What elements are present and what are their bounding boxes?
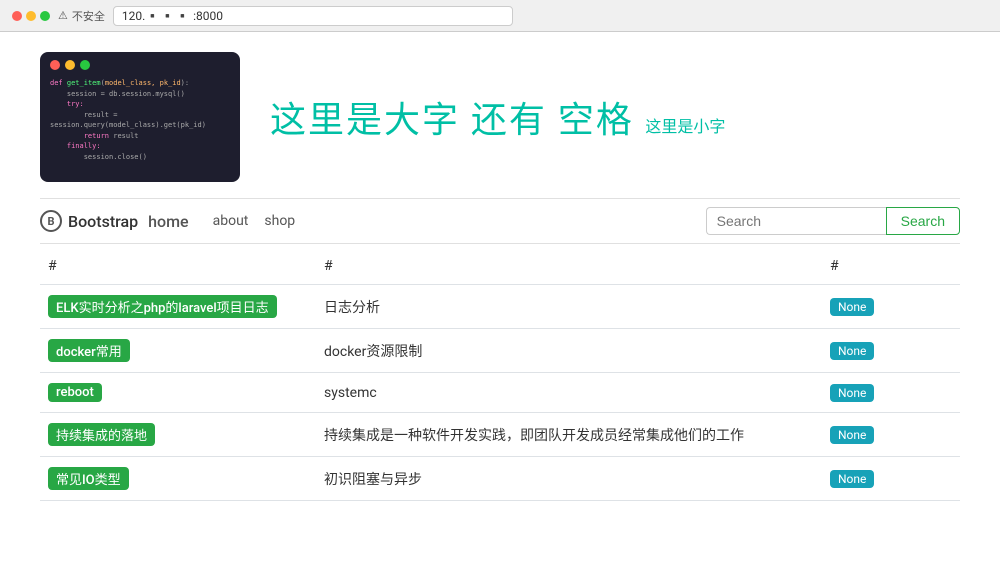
code-line-1: def get_item(model_class, pk_id):: [50, 78, 230, 89]
security-icon: ⚠: [58, 9, 68, 22]
table-cell-badge: None: [822, 285, 960, 329]
none-badge: None: [830, 470, 874, 488]
security-indicator: ⚠ 不安全: [58, 8, 105, 24]
table-cell-desc: 日志分析: [316, 285, 822, 329]
table-row: docker常用 docker资源限制 None: [40, 329, 960, 373]
code-line-7: session.close(): [50, 152, 230, 163]
hero-section: def get_item(model_class, pk_id): sessio…: [40, 32, 960, 198]
table-row: reboot systemc None: [40, 373, 960, 413]
table-head: # # #: [40, 248, 960, 285]
table-row: ELK实时分析之php的laravel项目日志 日志分析 None: [40, 285, 960, 329]
table-cell-tag: reboot: [40, 373, 316, 413]
page-wrapper: def get_item(model_class, pk_id): sessio…: [20, 32, 980, 501]
table-cell-badge: None: [822, 329, 960, 373]
none-badge: None: [830, 342, 874, 360]
bootstrap-icon: B: [40, 210, 62, 232]
table-cell-desc: 初识阻塞与异步: [316, 457, 822, 501]
code-line-6: finally:: [50, 141, 230, 152]
code-dot-yellow: [65, 60, 75, 70]
close-dot: [12, 11, 22, 21]
tag-badge[interactable]: 常见IO类型: [48, 467, 129, 490]
table-cell-tag: ELK实时分析之php的laravel项目日志: [40, 285, 316, 329]
table-row: 常见IO类型 初识阻塞与异步 None: [40, 457, 960, 501]
hero-title-big: 这里是大字 还有 空格: [270, 99, 634, 141]
col-header-2: #: [316, 248, 822, 285]
none-badge: None: [830, 384, 874, 402]
content-table: # # # ELK实时分析之php的laravel项目日志日志分析Nonedoc…: [40, 248, 960, 501]
security-label: 不安全: [72, 8, 105, 24]
navbar-links: about shop: [213, 213, 296, 229]
minimize-dot: [26, 11, 36, 21]
code-dot-red: [50, 60, 60, 70]
table-body: ELK实时分析之php的laravel项目日志日志分析Nonedocker常用d…: [40, 285, 960, 501]
code-display: def get_item(model_class, pk_id): sessio…: [40, 76, 240, 164]
about-link[interactable]: about: [213, 213, 249, 229]
hero-text: 这里是大字 还有 空格 这里是小字: [270, 91, 960, 143]
code-line-2: session = db.session.mysql(): [50, 89, 230, 100]
col-header-3: #: [822, 248, 960, 285]
shop-link[interactable]: shop: [264, 213, 295, 229]
table-cell-badge: None: [822, 413, 960, 457]
code-line-5: return result: [50, 131, 230, 142]
browser-dots: [12, 11, 50, 21]
code-window-dots: [40, 52, 240, 76]
table-cell-badge: None: [822, 457, 960, 501]
none-badge: None: [830, 298, 874, 316]
search-button[interactable]: Search: [886, 207, 960, 235]
hero-title-small: 这里是小字: [645, 117, 725, 136]
table-cell-desc: systemc: [316, 373, 822, 413]
tag-badge[interactable]: ELK实时分析之php的laravel项目日志: [48, 295, 277, 318]
table-row: 持续集成的落地 持续集成是一种软件开发实践，即团队开发成员经常集成他们的工作 Non…: [40, 413, 960, 457]
code-line-4: result = session.query(model_class).get(…: [50, 110, 230, 131]
table-cell-tag: 持续集成的落地: [40, 413, 316, 457]
table-header-row: # # #: [40, 248, 960, 285]
code-dot-green: [80, 60, 90, 70]
home-link[interactable]: home: [148, 212, 188, 231]
navbar-search: Search: [706, 207, 960, 235]
browser-chrome: ⚠ 不安全 120.▪️▪️▪️ :8000: [0, 0, 1000, 32]
brand-name: Bootstrap: [68, 212, 138, 231]
navbar-brand[interactable]: B Bootstrap home: [40, 210, 189, 232]
none-badge: None: [830, 426, 874, 444]
tag-badge[interactable]: docker常用: [48, 339, 130, 362]
table-cell-tag: docker常用: [40, 329, 316, 373]
address-bar[interactable]: 120.▪️▪️▪️ :8000: [113, 6, 513, 26]
hero-image: def get_item(model_class, pk_id): sessio…: [40, 52, 240, 182]
navbar: B Bootstrap home about shop Search: [40, 198, 960, 244]
table-cell-desc: 持续集成是一种软件开发实践，即团队开发成员经常集成他们的工作: [316, 413, 822, 457]
table-cell-desc: docker资源限制: [316, 329, 822, 373]
table-cell-badge: None: [822, 373, 960, 413]
code-line-3: try:: [50, 99, 230, 110]
col-header-1: #: [40, 248, 316, 285]
search-input[interactable]: [706, 207, 886, 235]
tag-badge[interactable]: reboot: [48, 383, 102, 402]
tag-badge[interactable]: 持续集成的落地: [48, 423, 155, 446]
maximize-dot: [40, 11, 50, 21]
table-cell-tag: 常见IO类型: [40, 457, 316, 501]
